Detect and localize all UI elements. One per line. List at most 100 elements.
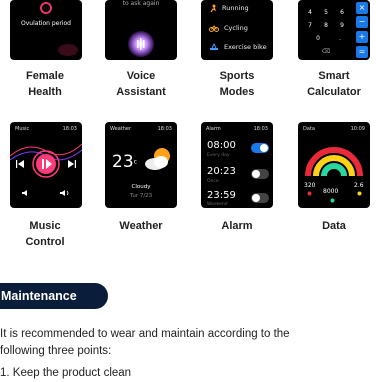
maintenance-point-1: 1. Keep the product clean xyxy=(0,367,132,379)
music-status-bar: Music 18:03 xyxy=(15,126,77,132)
steps-icon xyxy=(330,198,335,203)
voice-prompt: to ask again xyxy=(122,0,160,7)
music-time: 18:03 xyxy=(62,126,77,132)
ovulation-label: Ovulation period xyxy=(21,20,71,27)
maintenance-heading: Maintenance xyxy=(0,283,108,309)
petal-decoration-icon xyxy=(58,44,78,56)
play-pause-icon[interactable] xyxy=(32,150,60,178)
weather-date: Tur 7/23 xyxy=(129,193,153,199)
calc-key-5[interactable]: 5 xyxy=(320,9,332,16)
calc-key-8[interactable]: 8 xyxy=(320,22,332,29)
data-title: Data xyxy=(303,126,315,132)
music-control-screen: Music 18:03 xyxy=(10,122,82,208)
calc-key-0[interactable]: 0 xyxy=(312,35,324,42)
caption-data-l1: Data xyxy=(322,220,346,232)
voice-orb-icon[interactable] xyxy=(127,30,155,58)
sport-label-running: Running xyxy=(222,4,249,12)
calc-op-equals[interactable]: = xyxy=(356,46,368,58)
music-title: Music xyxy=(15,126,30,132)
partly-cloudy-icon xyxy=(145,148,170,170)
caption-weather: Weather xyxy=(96,218,186,234)
weather-time: 18:03 xyxy=(157,126,172,132)
alarm-3-toggle[interactable] xyxy=(251,193,269,203)
caption-smart-calculator: Smart Calculator xyxy=(289,68,379,100)
alarm-2-time: 20:23 xyxy=(207,166,236,177)
alarm-title: Alarm xyxy=(206,126,221,132)
data-screen: Data 10:09 320 8000 2.6 xyxy=(298,122,370,208)
alarm-1-sub: Every day xyxy=(207,153,230,158)
caption-female-health-l2: Health xyxy=(28,86,62,98)
sports-modes-screen: Running Cycling Exercise bike xyxy=(201,0,273,60)
alarm-1-toggle[interactable] xyxy=(251,143,269,153)
alarm-screen: Alarm 18:03 08:00 Every day 20:23 Once 2… xyxy=(201,122,273,208)
caption-music-control: Music Control xyxy=(0,218,90,250)
ovulation-icon xyxy=(40,2,52,14)
data-time: 10:09 xyxy=(350,126,365,132)
exercise-bike-icon xyxy=(210,43,218,50)
caption-data: Data xyxy=(289,218,379,234)
weather-temp: 23c xyxy=(112,152,137,172)
caption-music-l1: Music xyxy=(29,220,61,232)
calc-key-9[interactable]: 9 xyxy=(336,22,348,29)
calc-op-plus[interactable]: + xyxy=(356,31,368,43)
weather-status-bar: Weather 18:03 xyxy=(110,126,172,132)
calc-key-4[interactable]: 4 xyxy=(304,9,316,16)
sport-label-exercise-bike: Exercise bike xyxy=(224,43,267,51)
data-value-calories: 320 xyxy=(304,182,316,189)
calculator-screen: 4 5 6 7 8 9 0 . ⌫ × − + = xyxy=(298,0,370,60)
caption-sports-l1: Sports xyxy=(219,70,255,82)
cycling-icon xyxy=(209,25,219,32)
caption-sports-l2: Modes xyxy=(219,86,255,98)
volume-up-icon[interactable] xyxy=(60,190,70,196)
data-status-bar: Data 10:09 xyxy=(303,126,365,132)
alarm-time: 18:03 xyxy=(253,126,268,132)
caption-sports-modes: Sports Modes xyxy=(192,68,282,100)
weather-temp-unit: c xyxy=(133,158,137,166)
maintenance-intro-2: following three points: xyxy=(0,345,112,357)
maintenance-heading-text: Maintenance xyxy=(1,289,77,303)
calc-key-backspace[interactable]: ⌫ xyxy=(320,48,332,55)
calc-op-minus[interactable]: − xyxy=(356,16,368,28)
calc-key-7[interactable]: 7 xyxy=(304,22,316,29)
caption-alarm-l1: Alarm xyxy=(221,220,253,232)
next-track-icon[interactable] xyxy=(68,160,76,168)
caption-alarm: Alarm xyxy=(192,218,282,234)
calories-icon xyxy=(307,191,312,196)
calc-key-dot[interactable]: . xyxy=(334,35,346,42)
alarm-status-bar: Alarm 18:03 xyxy=(206,126,268,132)
caption-calc-l2: Calculator xyxy=(307,86,361,98)
weather-temp-value: 23 xyxy=(112,152,134,172)
running-icon xyxy=(210,4,217,12)
sport-label-cycling: Cycling xyxy=(224,24,248,32)
alarm-1-time: 08:00 xyxy=(207,140,236,151)
alarm-2-sub: Once xyxy=(207,179,219,184)
caption-female-health-l1: Female xyxy=(26,70,64,82)
activity-rings-icon xyxy=(305,147,363,177)
maintenance-intro-1: It is recommended to wear and maintain a… xyxy=(0,328,290,340)
weather-condition: Cloudy xyxy=(131,184,151,190)
sport-item-running[interactable]: Running xyxy=(209,4,249,12)
caption-calc-l1: Smart xyxy=(318,70,350,82)
sport-item-exercise-bike[interactable]: Exercise bike xyxy=(209,43,267,51)
weather-title: Weather xyxy=(110,126,132,132)
data-value-steps: 8000 xyxy=(323,188,339,195)
caption-female-health: Female Health xyxy=(0,68,90,100)
voice-assistant-screen: to ask again xyxy=(105,0,177,60)
volume-down-icon[interactable] xyxy=(22,190,30,196)
caption-weather-l1: Weather xyxy=(119,220,163,232)
previous-track-icon[interactable] xyxy=(16,160,24,168)
alarm-3-time: 23:59 xyxy=(207,190,236,201)
calc-op-multiply[interactable]: × xyxy=(356,2,368,14)
data-value-distance: 2.6 xyxy=(354,182,364,189)
female-health-screen: Ovulation period xyxy=(10,0,82,60)
caption-voice-l2: Assistant xyxy=(116,86,166,98)
caption-voice-assistant: Voice Assistant xyxy=(96,68,186,100)
distance-icon xyxy=(357,191,362,196)
alarm-2-toggle[interactable] xyxy=(251,169,269,179)
caption-voice-l1: Voice xyxy=(126,70,156,82)
caption-music-l2: Control xyxy=(25,236,65,248)
weather-screen: Weather 18:03 23c Cloudy Tur 7/23 xyxy=(105,122,177,208)
alarm-3-sub: Weekend xyxy=(207,202,228,207)
calc-key-6[interactable]: 6 xyxy=(336,9,348,16)
sport-item-cycling[interactable]: Cycling xyxy=(209,24,248,32)
